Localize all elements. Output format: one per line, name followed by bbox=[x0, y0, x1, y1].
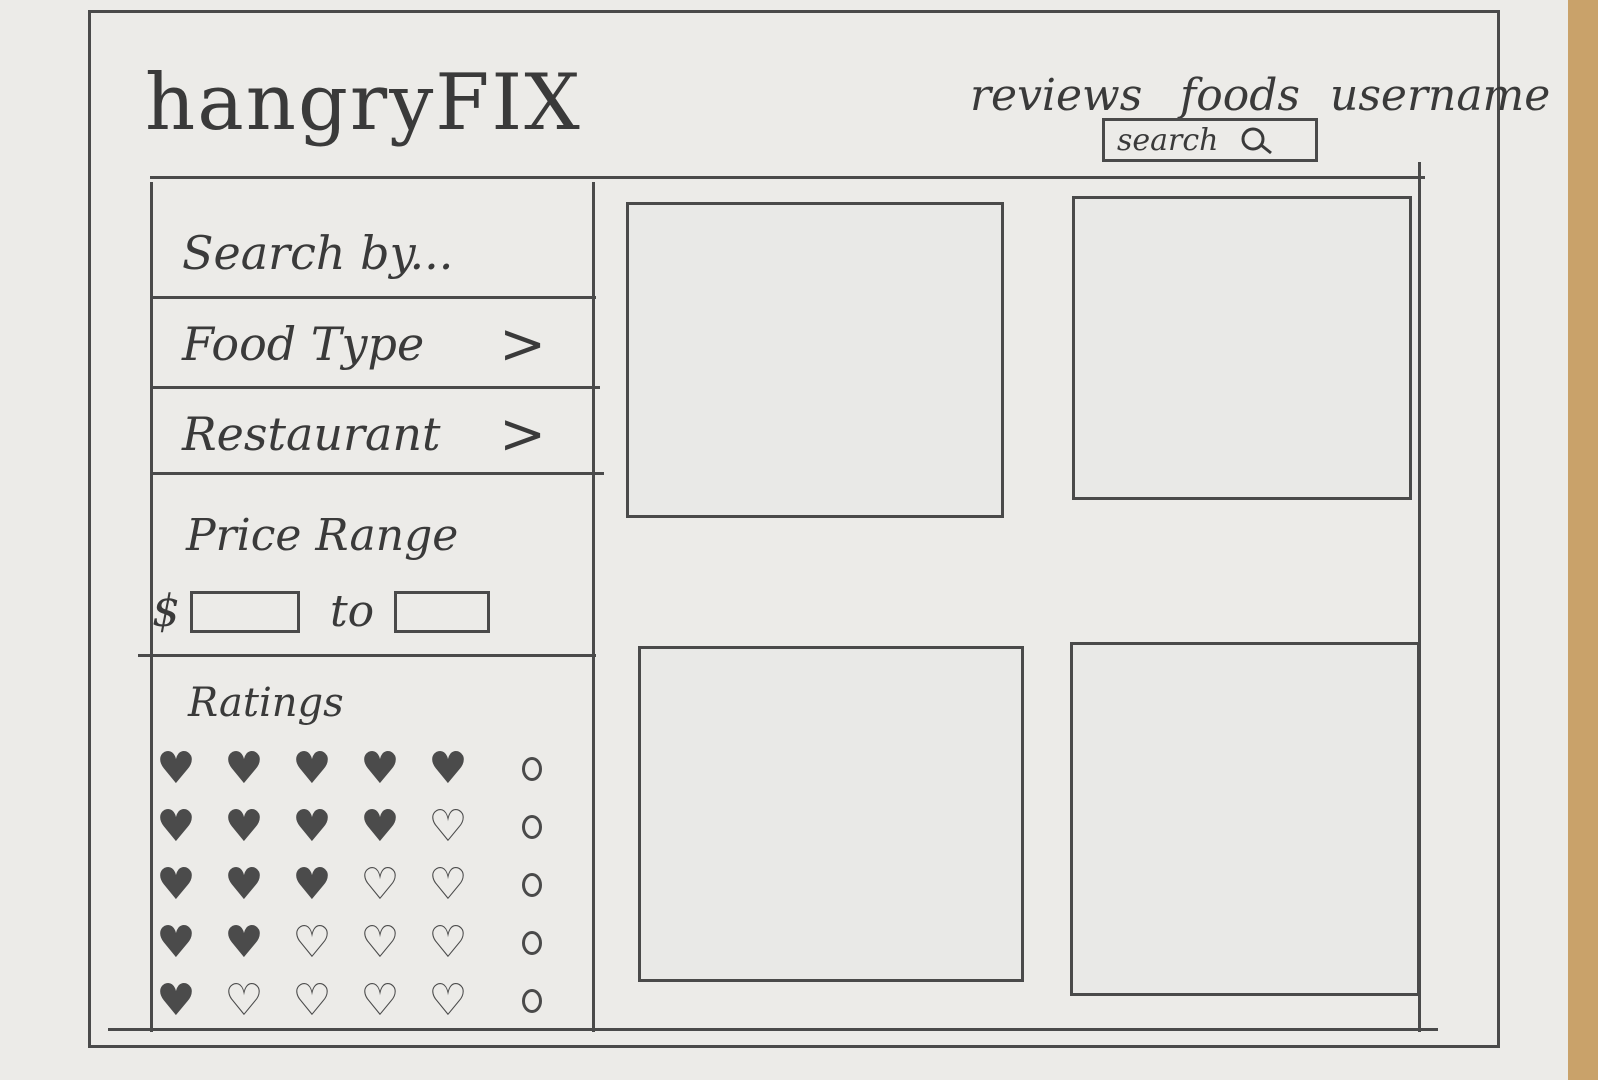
filled-heart-icon: ♥ bbox=[224, 801, 264, 852]
rating-radio[interactable] bbox=[522, 931, 542, 955]
filled-heart-icon: ♥ bbox=[224, 743, 264, 794]
empty-heart-icon: ♡ bbox=[292, 917, 332, 968]
filled-heart-icon: ♥ bbox=[224, 917, 264, 968]
filled-heart-icon: ♥ bbox=[156, 917, 196, 968]
empty-heart-icon: ♡ bbox=[428, 859, 468, 910]
rating-option-row[interactable]: ♥ ♥ ♡ ♡ ♡ bbox=[142, 914, 572, 972]
price-min-input[interactable] bbox=[190, 590, 300, 633]
content-top-border bbox=[150, 176, 1425, 179]
filled-heart-icon: ♥ bbox=[360, 743, 400, 794]
result-card[interactable] bbox=[1072, 196, 1412, 500]
price-max-input[interactable] bbox=[394, 590, 491, 633]
search-by-heading: Search by... bbox=[150, 206, 596, 300]
divider bbox=[150, 472, 604, 475]
empty-heart-icon: ♡ bbox=[224, 975, 264, 1026]
filled-heart-icon: ♥ bbox=[360, 801, 400, 852]
filled-heart-icon: ♥ bbox=[156, 859, 196, 910]
result-card[interactable] bbox=[638, 646, 1024, 982]
price-to-label: to bbox=[330, 586, 375, 637]
price-range-row: $ to bbox=[152, 586, 491, 637]
rating-radio[interactable] bbox=[522, 989, 542, 1013]
empty-heart-icon: ♡ bbox=[292, 975, 332, 1026]
header-search-input[interactable]: search bbox=[1102, 118, 1318, 162]
magnifier-icon[interactable] bbox=[1239, 125, 1273, 155]
search-by-label: Search by... bbox=[182, 226, 454, 280]
filled-heart-icon: ♥ bbox=[428, 743, 468, 794]
filled-heart-icon: ♥ bbox=[292, 859, 332, 910]
filled-heart-icon: ♥ bbox=[292, 801, 332, 852]
empty-heart-icon: ♡ bbox=[428, 917, 468, 968]
restaurant-filter[interactable]: Restaurant > bbox=[150, 392, 596, 476]
nav-reviews[interactable]: reviews bbox=[970, 70, 1142, 121]
filled-heart-icon: ♥ bbox=[156, 801, 196, 852]
ratings-label: Ratings bbox=[188, 680, 344, 726]
chevron-right-icon[interactable]: > bbox=[499, 312, 546, 377]
result-card[interactable] bbox=[626, 202, 1004, 518]
logo[interactable]: hangryFIX bbox=[145, 58, 582, 148]
empty-heart-icon: ♡ bbox=[360, 859, 400, 910]
divider bbox=[150, 386, 600, 389]
rating-option-row[interactable]: ♥ ♡ ♡ ♡ ♡ bbox=[142, 972, 572, 1030]
ratings-options: ♥ ♥ ♥ ♥ ♥ ♥ ♥ ♥ ♥ ♡ ♥ ♥ ♥ ♡ ♡ ♥ ♥ ♡ ♡ ♡ ♥ ♡ ♡ ♡ ♡ bbox=[142, 740, 572, 1030]
rating-radio[interactable] bbox=[522, 757, 542, 781]
result-card[interactable] bbox=[1070, 642, 1420, 996]
empty-heart-icon: ♡ bbox=[428, 801, 468, 852]
rating-radio[interactable] bbox=[522, 815, 542, 839]
rating-option-row[interactable]: ♥ ♥ ♥ ♥ ♡ bbox=[142, 798, 572, 856]
price-range-label: Price Range bbox=[186, 510, 459, 561]
empty-heart-icon: ♡ bbox=[360, 975, 400, 1026]
divider bbox=[150, 296, 596, 299]
chevron-right-icon[interactable]: > bbox=[499, 402, 546, 467]
search-label: search bbox=[1117, 122, 1219, 158]
rating-radio[interactable] bbox=[522, 873, 542, 897]
divider bbox=[138, 654, 596, 657]
empty-heart-icon: ♡ bbox=[360, 917, 400, 968]
empty-heart-icon: ♡ bbox=[428, 975, 468, 1026]
filled-heart-icon: ♥ bbox=[156, 743, 196, 794]
food-type-filter[interactable]: Food Type > bbox=[150, 300, 596, 388]
filled-heart-icon: ♥ bbox=[224, 859, 264, 910]
rating-option-row[interactable]: ♥ ♥ ♥ ♡ ♡ bbox=[142, 856, 572, 914]
rating-option-row[interactable]: ♥ ♥ ♥ ♥ ♥ bbox=[142, 740, 572, 798]
filled-heart-icon: ♥ bbox=[292, 743, 332, 794]
currency-symbol: $ bbox=[152, 586, 180, 637]
restaurant-label: Restaurant bbox=[182, 407, 441, 461]
nav-username[interactable]: username bbox=[1330, 70, 1550, 121]
food-type-label: Food Type bbox=[182, 317, 425, 371]
nav-foods[interactable]: foods bbox=[1180, 70, 1300, 121]
filled-heart-icon: ♥ bbox=[156, 975, 196, 1026]
